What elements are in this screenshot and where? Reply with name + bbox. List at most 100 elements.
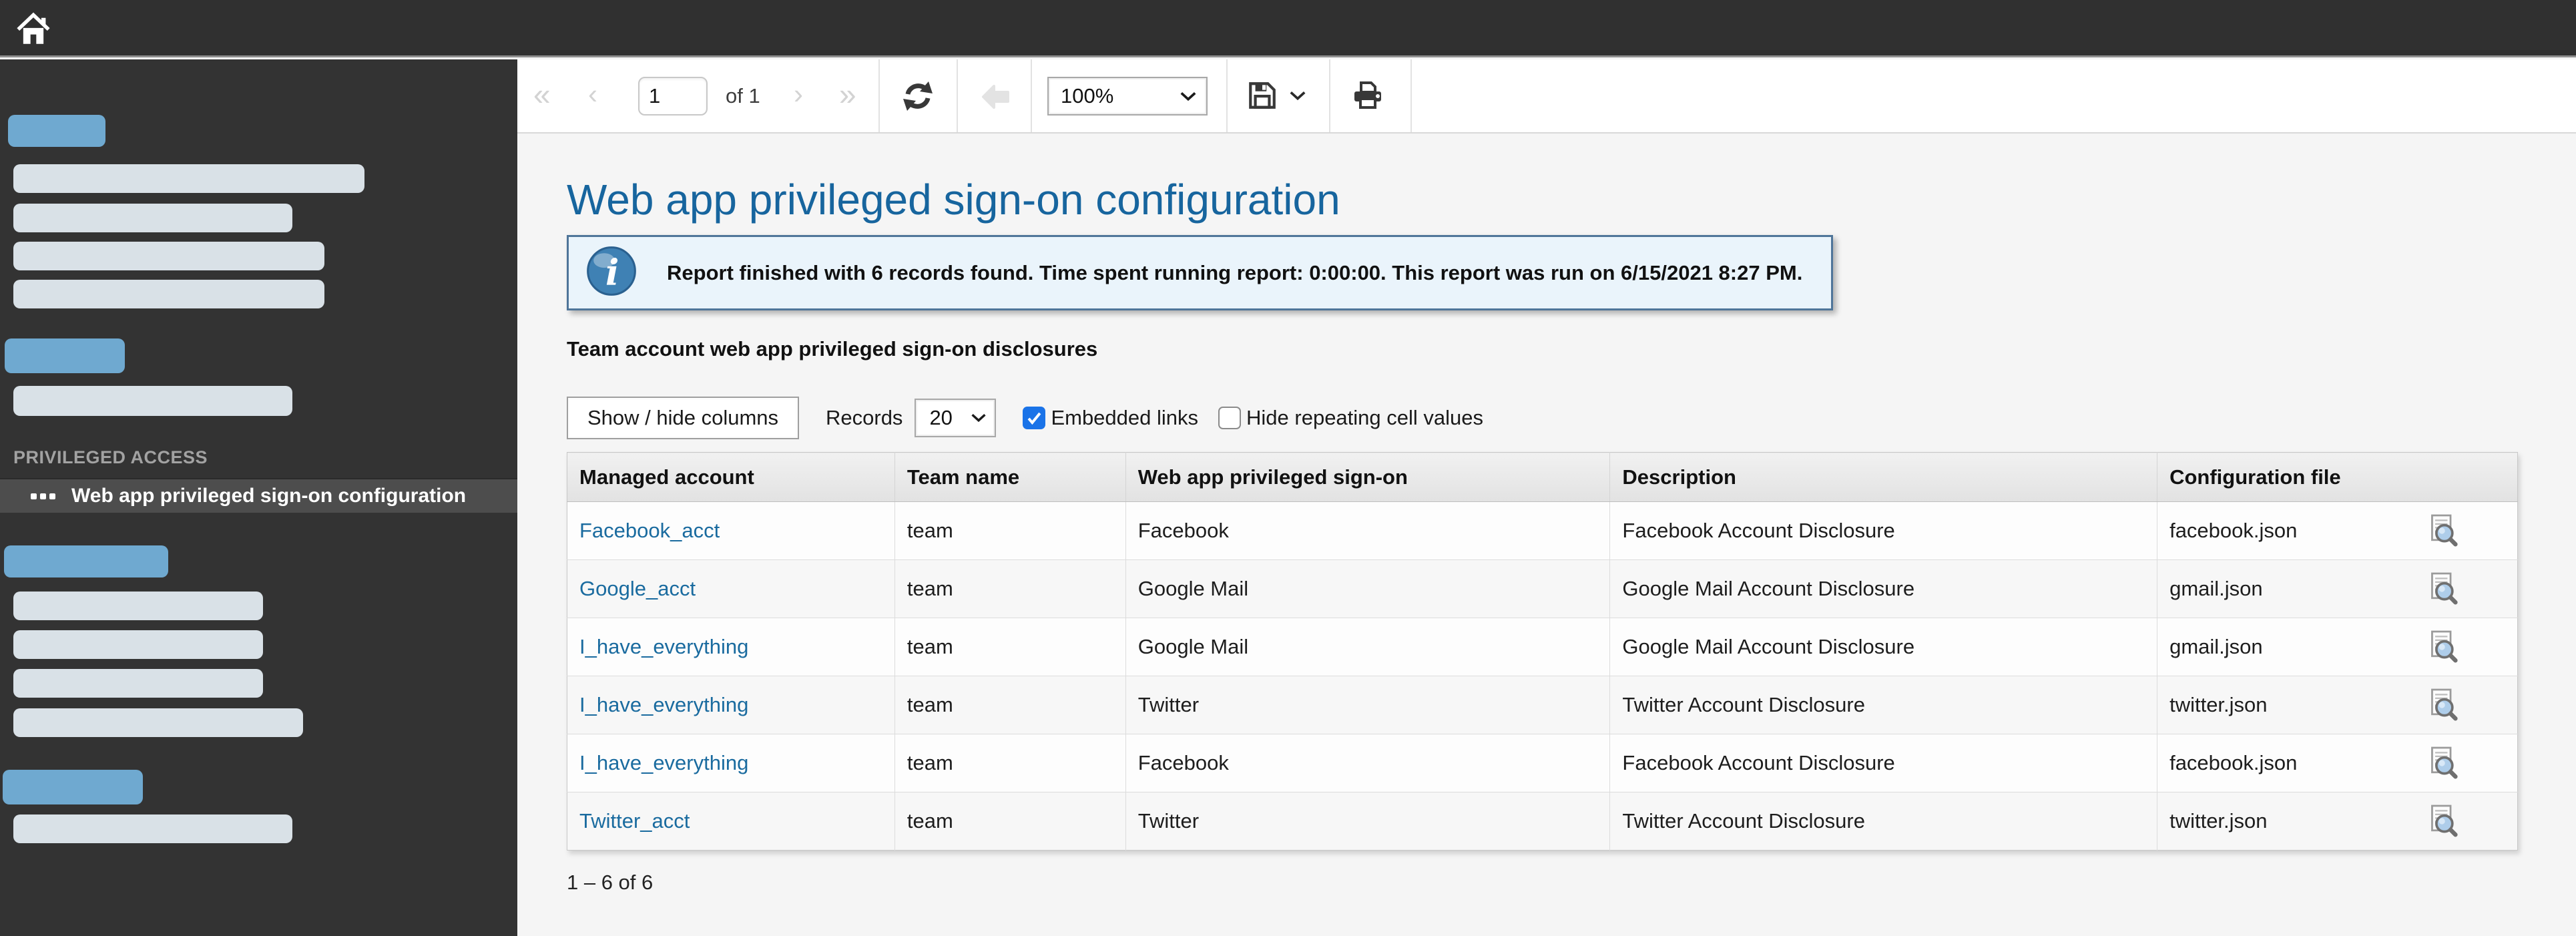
managed-account-link[interactable]: I_have_everything <box>579 751 748 774</box>
table-cell: Facebook Account Disclosure <box>1610 502 2157 560</box>
toolbar-separator <box>1031 59 1032 132</box>
table-cell: team <box>894 502 1125 560</box>
managed-account-link[interactable]: I_have_everything <box>579 693 748 716</box>
table-cell: Google Mail Account Disclosure <box>1610 618 2157 676</box>
back-button[interactable] <box>981 82 1010 115</box>
table-header-row: Managed accountTeam nameWeb app privileg… <box>567 453 2518 502</box>
config-file-name: facebook.json <box>2169 751 2297 775</box>
sidebar-item-redacted[interactable] <box>13 708 303 737</box>
preview-config-button[interactable] <box>2428 514 2459 547</box>
config-file-name: twitter.json <box>2169 693 2267 717</box>
home-button[interactable] <box>16 11 51 46</box>
managed-account-link[interactable]: Twitter_acct <box>579 809 690 833</box>
table-cell: Facebook Account Disclosure <box>1610 734 2157 792</box>
sidebar-item-redacted[interactable] <box>13 280 324 308</box>
sidebar-item-web-app-privileged-sign-on[interactable]: Web app privileged sign-on configuration <box>0 478 517 513</box>
table-row: I_have_everythingteamTwitterTwitter Acco… <box>567 676 2518 734</box>
table-cell: facebook.json <box>2157 734 2518 792</box>
table-cell: Facebook <box>1125 502 1610 560</box>
column-header: Managed account <box>567 453 895 502</box>
column-header: Team name <box>894 453 1125 502</box>
record-range-label: 1 – 6 of 6 <box>567 871 2576 895</box>
sidebar-item-label: Web app privileged sign-on configuration <box>71 485 466 507</box>
sidebar-item-redacted[interactable] <box>13 592 263 620</box>
show-hide-columns-button[interactable]: Show / hide columns <box>567 397 799 439</box>
column-header: Web app privileged sign-on <box>1125 453 1610 502</box>
check-icon <box>1024 408 1044 428</box>
managed-account-link[interactable]: Google_acct <box>579 577 696 600</box>
table-cell: gmail.json <box>2157 618 2518 676</box>
table-cell: I_have_everything <box>567 676 895 734</box>
table-cell: team <box>894 734 1125 792</box>
table-cell: Google Mail <box>1125 560 1610 618</box>
records-select-value: 20 <box>929 406 952 430</box>
first-page-button[interactable]: « <box>533 59 551 132</box>
hide-repeating-checkbox[interactable] <box>1218 407 1241 429</box>
managed-account-link[interactable]: Facebook_acct <box>579 519 720 542</box>
embedded-links-label: Embedded links <box>1051 406 1198 430</box>
zoom-select[interactable]: 100% <box>1047 77 1208 115</box>
zoom-select-value: 100% <box>1061 84 1113 108</box>
managed-account-link[interactable]: I_have_everything <box>579 635 748 658</box>
config-file-name: gmail.json <box>2169 635 2263 659</box>
table-cell: I_have_everything <box>567 618 895 676</box>
table-controls: Show / hide columns Records 20 Embedded … <box>567 396 2576 439</box>
export-save-button[interactable] <box>1246 79 1306 111</box>
refresh-button[interactable] <box>903 81 933 115</box>
page-title: Web app privileged sign-on configuration <box>567 176 2576 223</box>
sidebar-item-redacted[interactable] <box>13 204 292 232</box>
sidebar: PRIVILEGED ACCESS Web app privileged sig… <box>0 59 517 936</box>
report-info-message: Report finished with 6 records found. Ti… <box>667 261 1802 285</box>
sidebar-item-redacted[interactable] <box>13 630 263 659</box>
refresh-icon <box>903 81 933 111</box>
config-file-name: twitter.json <box>2169 809 2267 833</box>
sidebar-item-redacted[interactable] <box>13 669 263 698</box>
sidebar-item-redacted[interactable] <box>4 545 168 577</box>
table-cell: Google_acct <box>567 560 895 618</box>
table-cell: Twitter_acct <box>567 792 895 851</box>
preview-config-button[interactable] <box>2428 688 2459 722</box>
sidebar-item-redacted[interactable] <box>5 338 125 373</box>
sidebar-item-redacted[interactable] <box>13 814 292 843</box>
embedded-links-checkbox[interactable] <box>1023 407 1045 429</box>
sidebar-item-redacted[interactable] <box>13 242 324 270</box>
last-page-button[interactable]: » <box>839 59 856 132</box>
table-cell: facebook.json <box>2157 502 2518 560</box>
records-select[interactable]: 20 <box>915 399 996 437</box>
page-count-label: of 1 <box>726 59 760 132</box>
back-arrow-icon <box>981 82 1010 111</box>
table-cell: Twitter Account Disclosure <box>1610 792 2157 851</box>
report-toolbar: « ‹ of 1 › » 100% <box>517 59 2576 134</box>
report-section-title: Team account web app privileged sign-on … <box>567 337 2576 361</box>
print-button[interactable] <box>1352 81 1384 115</box>
table-cell: Twitter <box>1125 676 1610 734</box>
chevron-down-icon <box>1289 90 1306 101</box>
table-cell: team <box>894 676 1125 734</box>
info-icon: i <box>585 245 637 300</box>
sidebar-section-privileged-access: PRIVILEGED ACCESS <box>13 447 208 468</box>
chevron-down-icon <box>971 413 987 423</box>
preview-config-button[interactable] <box>2428 572 2459 606</box>
sidebar-item-redacted[interactable] <box>13 386 292 416</box>
preview-config-icon <box>2428 630 2459 664</box>
table-body: Facebook_acctteamFacebookFacebook Accoun… <box>567 502 2518 851</box>
table-cell: twitter.json <box>2157 792 2518 851</box>
table-cell: Google Mail <box>1125 618 1610 676</box>
toolbar-separator <box>1329 59 1330 132</box>
preview-config-button[interactable] <box>2428 630 2459 664</box>
report-table: Managed accountTeam nameWeb app privileg… <box>567 452 2518 851</box>
preview-config-button[interactable] <box>2428 804 2459 838</box>
previous-page-button[interactable]: ‹ <box>588 59 597 132</box>
table-row: I_have_everything teamGoogle MailGoogle M… <box>567 618 2518 676</box>
preview-config-icon <box>2428 572 2459 606</box>
sidebar-item-redacted[interactable] <box>8 115 105 147</box>
toolbar-separator <box>957 59 958 132</box>
sidebar-item-redacted[interactable] <box>13 164 364 193</box>
page-number-input[interactable] <box>638 77 708 115</box>
home-icon <box>16 11 51 46</box>
table-cell: team <box>894 618 1125 676</box>
top-bar <box>0 0 2576 57</box>
next-page-button[interactable]: › <box>794 59 803 132</box>
preview-config-button[interactable] <box>2428 746 2459 780</box>
sidebar-item-redacted[interactable] <box>3 770 143 804</box>
